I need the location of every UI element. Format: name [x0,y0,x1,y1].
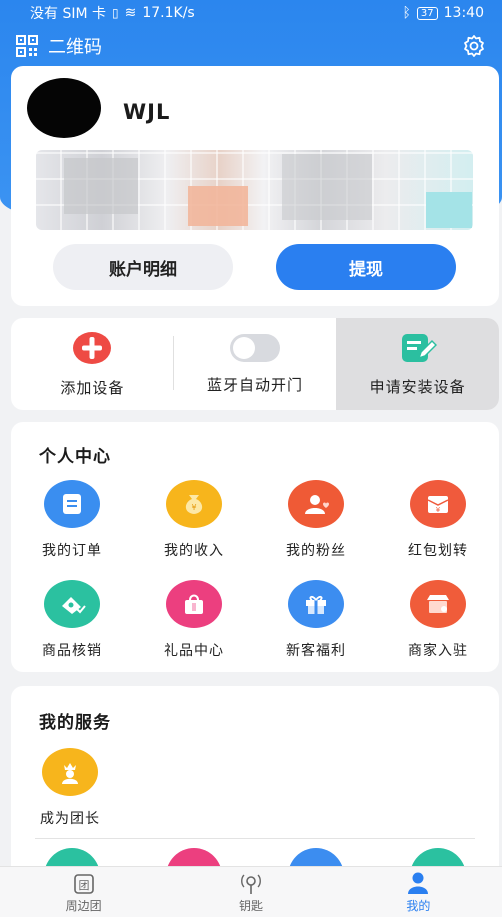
money-bag-icon: ¥ [166,480,222,528]
qr-code-label[interactable]: 二维码 [48,33,462,59]
my-income-item[interactable]: ¥ 我的收入 [133,480,255,560]
sim-icon: ▯ [112,6,119,20]
redacted-block [64,158,138,214]
redacted-block [426,192,472,228]
bluetooth-toggle[interactable] [230,333,280,362]
gift-bag-icon [166,580,222,628]
fans-icon [288,480,344,528]
add-device-action[interactable]: 添加设备 [11,318,174,410]
my-income-label: 我的收入 [164,543,224,559]
my-orders-item[interactable]: 我的订单 [11,480,133,560]
personal-center-title: 个人中心 [39,447,111,467]
new-customer-benefit-item[interactable]: 新客福利 [255,580,377,660]
bluetooth-auto-open-action[interactable]: 蓝牙自动开门 [174,318,337,410]
merchant-join-label: 商家入驻 [408,643,468,659]
red-packet-icon: ¥ [410,480,466,528]
apply-install-label: 申请安装设备 [369,377,466,396]
gift-box-icon [288,580,344,628]
account-detail-button[interactable]: 账户明细 [53,244,233,290]
status-bar: 没有 SIM 卡 ▯ ≋ 17.1K/s ᛒ 37 13:40 [0,0,502,26]
profile-card: WJL 账户明细 提现 [11,66,499,306]
my-orders-label: 我的订单 [42,543,102,559]
gear-icon[interactable] [462,34,486,58]
add-circle-icon [73,331,112,364]
svg-text:团: 团 [78,879,89,892]
leader-icon [42,748,98,796]
become-leader-item[interactable]: 成为团长 [35,748,105,828]
red-packet-transfer-label: 红包划转 [408,543,468,559]
key-signal-icon [241,874,261,894]
carrier-text: 没有 SIM 卡 [30,6,106,22]
svg-text:¥: ¥ [436,506,441,514]
my-fans-label: 我的粉丝 [286,543,346,559]
my-services-card: 我的服务 成为团长 [11,686,499,888]
tab-group-label: 周边团 [65,898,102,913]
bottom-tab-bar: 团 周边团 钥匙 我的 [0,866,502,917]
gift-center-label: 礼品中心 [164,643,224,659]
tab-group[interactable]: 团 周边团 [0,867,167,917]
my-services-title: 我的服务 [39,713,111,733]
battery-icon: 37 [416,6,438,20]
bluetooth-auto-open-label: 蓝牙自动开门 [207,375,304,394]
tab-mine-label: 我的 [406,898,431,913]
tab-keys[interactable]: 钥匙 [167,867,334,917]
new-customer-benefit-label: 新客福利 [286,643,346,659]
my-fans-item[interactable]: 我的粉丝 [255,480,377,560]
time-text: 13:40 [443,5,484,21]
personal-center-card: 个人中心 我的订单 ¥ 我的收入 我的粉丝 ¥ 红包划转 商品核销 礼品中心 新… [11,422,499,672]
divider [35,838,475,839]
edit-form-icon [401,333,437,362]
avatar[interactable] [27,78,101,138]
wifi-icon: ≋ [124,5,137,21]
bluetooth-icon: ᛒ [402,5,411,21]
become-leader-label: 成为团长 [40,811,100,827]
personal-center-grid: 我的订单 ¥ 我的收入 我的粉丝 ¥ 红包划转 商品核销 礼品中心 新客福利 商… [11,480,499,660]
add-device-label: 添加设备 [60,378,125,397]
top-bar: 二维码 [0,30,502,62]
apply-install-action[interactable]: 申请安装设备 [336,318,499,410]
battery-level: 37 [420,7,434,19]
network-speed: 17.1K/s [142,5,195,21]
svg-text:¥: ¥ [191,503,196,512]
redacted-balance-area [36,150,473,230]
redacted-block [282,154,372,220]
quick-actions-card: 添加设备 蓝牙自动开门 申请安装设备 [11,318,499,410]
withdraw-button[interactable]: 提现 [276,244,456,290]
ticket-check-icon [44,580,100,628]
tab-mine[interactable]: 我的 [335,867,502,917]
red-packet-transfer-item[interactable]: ¥ 红包划转 [377,480,499,560]
user-icon [408,872,429,894]
username: WJL [123,100,171,124]
goods-verify-label: 商品核销 [42,643,102,659]
tab-keys-label: 钥匙 [238,898,263,913]
qr-code-icon[interactable] [16,35,38,57]
order-icon [44,480,100,528]
merchant-join-item[interactable]: 商家入驻 [377,580,499,660]
goods-verify-item[interactable]: 商品核销 [11,580,133,660]
group-icon: 团 [73,873,94,894]
shop-icon [410,580,466,628]
redacted-block [188,186,248,226]
gift-center-item[interactable]: 礼品中心 [133,580,255,660]
